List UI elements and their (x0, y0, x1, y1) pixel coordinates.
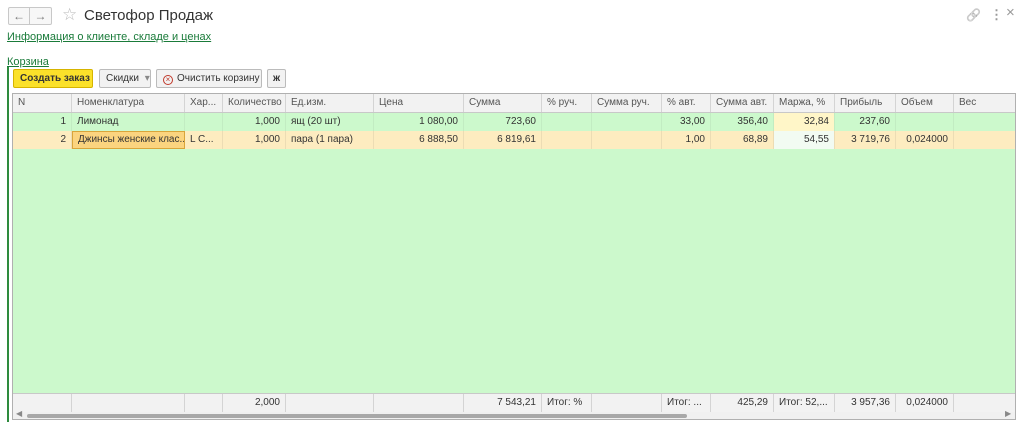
footer-cell: 7 543,21 (464, 394, 542, 412)
footer-cell: 425,29 (711, 394, 774, 412)
table-cell[interactable]: Лимонад (72, 113, 185, 131)
scrollbar-thumb[interactable] (27, 414, 687, 418)
settings-icon[interactable]: ж (267, 69, 286, 88)
table-cell[interactable] (954, 113, 1015, 131)
table-cell[interactable] (592, 131, 662, 149)
link-icon[interactable]: 🔗 (966, 8, 981, 22)
table-cell[interactable]: 356,40 (711, 113, 774, 131)
table-cell[interactable] (542, 113, 592, 131)
favorite-star-icon[interactable]: ☆ (62, 4, 77, 26)
table-cell[interactable] (185, 113, 223, 131)
table-cell[interactable]: L C... (185, 131, 223, 149)
table-row-selected[interactable]: 2 Джинсы женские клас... L C... 1,000 па… (13, 131, 1015, 149)
table-cell[interactable]: 6 888,50 (374, 131, 464, 149)
table-cell[interactable]: 723,60 (464, 113, 542, 131)
client-info-link[interactable]: Информация о клиенте, складе и ценах (7, 31, 211, 43)
table-cell[interactable] (896, 113, 954, 131)
clear-cart-label: Очистить корзину (177, 73, 260, 84)
scroll-left-icon[interactable]: ◀ (16, 409, 22, 418)
create-order-button[interactable]: Создать заказ (13, 69, 93, 88)
close-icon[interactable]: × (1006, 5, 1015, 20)
back-button[interactable]: ← (8, 7, 30, 25)
column-header[interactable]: Прибыль (835, 94, 896, 112)
column-header[interactable]: Сумма руч. (592, 94, 662, 112)
table-cell[interactable]: 1 (13, 113, 72, 131)
table-row[interactable]: 1 Лимонад 1,000 ящ (20 шт) 1 080,00 723,… (13, 113, 1015, 131)
column-header[interactable]: Хар... (185, 94, 223, 112)
column-header[interactable]: Сумма авт. (711, 94, 774, 112)
column-header[interactable]: Маржа, % (774, 94, 835, 112)
column-header[interactable]: Вес (954, 94, 1015, 112)
column-header[interactable]: Объем (896, 94, 954, 112)
cart-group-border (7, 67, 9, 422)
clear-icon: × (163, 75, 173, 85)
forward-button[interactable]: → (30, 7, 52, 25)
column-header[interactable]: Сумма (464, 94, 542, 112)
column-header[interactable]: Цена (374, 94, 464, 112)
column-header[interactable]: Количество (223, 94, 286, 112)
window-titlebar: ← → ☆ Светофор Продаж 🔗 ⋮ × (0, 0, 1024, 32)
footer-cell (592, 394, 662, 412)
footer-cell (185, 394, 223, 412)
table-cell[interactable] (954, 131, 1015, 149)
discounts-label: Скидки (106, 73, 139, 84)
table-cell[interactable]: 33,00 (662, 113, 711, 131)
table-cell[interactable]: 1,00 (662, 131, 711, 149)
page-title: Светофор Продаж (84, 7, 213, 24)
margin-cell[interactable]: 54,55 (774, 131, 835, 149)
footer-cell (286, 394, 374, 412)
column-header[interactable]: Номенклатура (72, 94, 185, 112)
table-cell[interactable]: 1,000 (223, 131, 286, 149)
footer-cell: Итог: 52,... (774, 394, 835, 412)
table-cell[interactable]: 1,000 (223, 113, 286, 131)
column-header[interactable]: N (13, 94, 72, 112)
footer-cell: 2,000 (223, 394, 286, 412)
table-cell[interactable]: 0,024000 (896, 131, 954, 149)
column-header[interactable]: % руч. (542, 94, 592, 112)
table-cell[interactable]: 6 819,61 (464, 131, 542, 149)
footer-cell: 3 957,36 (835, 394, 896, 412)
column-header[interactable]: Ед.изм. (286, 94, 374, 112)
table-cell[interactable]: 2 (13, 131, 72, 149)
discounts-dropdown-button[interactable]: Скидки ▾ (99, 69, 151, 88)
table-cell[interactable]: ящ (20 шт) (286, 113, 374, 131)
table-header: N Номенклатура Хар... Количество Ед.изм.… (13, 94, 1015, 113)
table-cell-focused[interactable]: Джинсы женские клас... (72, 131, 185, 149)
cart-group-link[interactable]: Корзина (7, 56, 49, 68)
table-cell[interactable] (592, 113, 662, 131)
table-cell[interactable]: 1 080,00 (374, 113, 464, 131)
table-cell[interactable]: 3 719,76 (835, 131, 896, 149)
footer-cell: 0,024000 (896, 394, 954, 412)
table-cell[interactable]: 237,60 (835, 113, 896, 131)
more-menu-icon[interactable]: ⋮ (990, 8, 1003, 22)
table-footer: 2,000 7 543,21 Итог: % Итог: ... 425,29 … (13, 393, 1015, 412)
chevron-down-icon: ▾ (144, 73, 150, 84)
horizontal-scrollbar[interactable]: ◀ ▶ (13, 409, 1015, 419)
footer-cell (72, 394, 185, 412)
column-header[interactable]: % авт. (662, 94, 711, 112)
cart-table[interactable]: N Номенклатура Хар... Количество Ед.изм.… (12, 93, 1016, 420)
table-cell[interactable]: 68,89 (711, 131, 774, 149)
margin-cell[interactable]: 32,84 (774, 113, 835, 131)
footer-cell (374, 394, 464, 412)
footer-cell: Итог: ... (662, 394, 711, 412)
clear-cart-button[interactable]: × Очистить корзину (156, 69, 262, 88)
footer-cell: Итог: % (542, 394, 592, 412)
table-cell[interactable]: пара (1 пара) (286, 131, 374, 149)
table-cell[interactable] (542, 131, 592, 149)
scroll-right-icon[interactable]: ▶ (1005, 409, 1011, 418)
